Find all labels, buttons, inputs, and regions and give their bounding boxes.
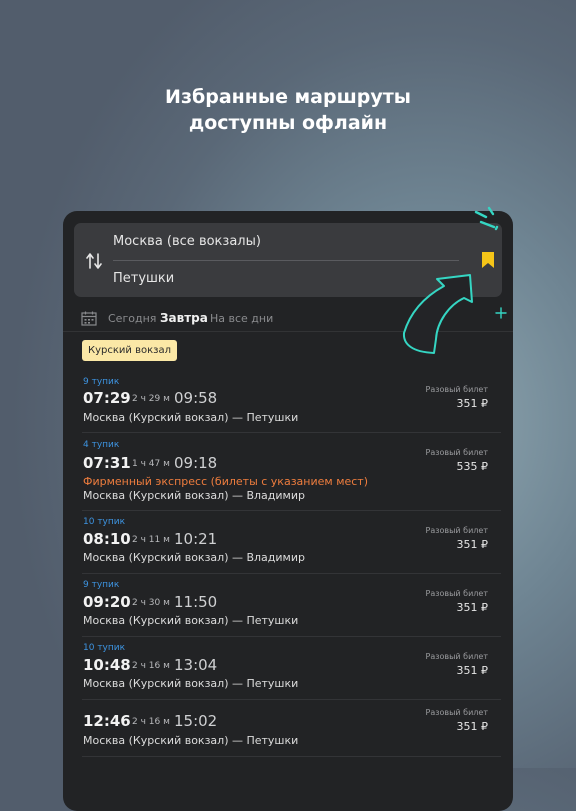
list-bottom-divider bbox=[63, 756, 513, 758]
trip-duration: 2 ч 11 м bbox=[132, 535, 170, 545]
trip-duration: 2 ч 30 м bbox=[132, 598, 170, 608]
ticket-type-label: Разовый билет bbox=[425, 708, 488, 717]
trip-departure-time: 07:29 bbox=[83, 389, 131, 407]
trip-departure-time: 09:20 bbox=[83, 593, 131, 611]
bookmark-icon[interactable] bbox=[482, 252, 494, 268]
trip-price: 351 ₽ bbox=[456, 397, 489, 410]
trip-departure-time: 07:31 bbox=[83, 454, 131, 472]
trip-price: 535 ₽ bbox=[456, 460, 489, 473]
ticket-type-label: Разовый билет bbox=[425, 652, 488, 661]
to-station-field[interactable]: Петушки bbox=[113, 271, 174, 286]
date-selector: Сегодня Завтра На все дни bbox=[63, 307, 513, 332]
trip-price: 351 ₽ bbox=[456, 720, 489, 733]
trip-direction: Москва (Курский вокзал) — Петушки bbox=[83, 411, 299, 424]
trip-row[interactable]: 9 тупик 07:29 2 ч 29 м 09:58 Москва (Кур… bbox=[63, 373, 513, 433]
trip-track: 4 тупик bbox=[83, 440, 120, 450]
trip-price: 351 ₽ bbox=[456, 601, 489, 614]
trip-arrival-time: 09:58 bbox=[174, 389, 218, 407]
trip-track: 10 тупик bbox=[83, 643, 126, 653]
trip-row[interactable]: 9 тупик 09:20 2 ч 30 м 11:50 Москва (Кур… bbox=[63, 573, 513, 636]
trip-direction: Москва (Курский вокзал) — Владимир bbox=[83, 489, 305, 502]
trip-duration: 1 ч 47 м bbox=[132, 459, 170, 469]
trip-direction: Москва (Курский вокзал) — Петушки bbox=[83, 677, 299, 690]
trip-arrival-time: 15:02 bbox=[174, 712, 218, 730]
trip-row[interactable]: 10 тупик 08:10 2 ч 11 м 10:21 Москва (Ку… bbox=[63, 510, 513, 573]
ticket-type-label: Разовый билет bbox=[425, 448, 488, 457]
trip-arrival-time: 13:04 bbox=[174, 656, 218, 674]
promo-headline: Избранные маршруты доступны офлайн bbox=[0, 84, 576, 136]
date-tab-today[interactable]: Сегодня bbox=[108, 312, 156, 325]
trip-row[interactable]: 4 тупик 07:31 1 ч 47 м 09:18 Фирменный э… bbox=[63, 432, 513, 510]
row-divider bbox=[82, 573, 501, 574]
ticket-type-label: Разовый билет bbox=[425, 526, 488, 535]
trip-price: 351 ₽ bbox=[456, 538, 489, 551]
row-divider bbox=[82, 432, 501, 433]
station-filter-chip[interactable]: Курский вокзал bbox=[82, 340, 177, 361]
trip-price: 351 ₽ bbox=[456, 664, 489, 677]
trip-direction: Москва (Курский вокзал) — Петушки bbox=[83, 734, 299, 747]
headline-line-2: доступны офлайн bbox=[188, 112, 388, 134]
trip-departure-time: 10:48 bbox=[83, 656, 131, 674]
route-divider bbox=[113, 260, 459, 261]
device-screen: Москва (все вокзалы) Петушки Сегодня Зав… bbox=[63, 211, 513, 811]
trip-express-note: Фирменный экспресс (билеты с указанием м… bbox=[83, 475, 369, 488]
trip-track: 9 тупик bbox=[83, 377, 120, 387]
ticket-type-label: Разовый билет bbox=[425, 385, 488, 394]
date-tab-tomorrow[interactable]: Завтра bbox=[160, 311, 208, 325]
trip-row[interactable]: 12:46 2 ч 16 м 15:02 Москва (Курский вок… bbox=[63, 699, 513, 759]
trip-duration: 2 ч 16 м bbox=[132, 661, 170, 671]
date-tab-all-days[interactable]: На все дни bbox=[210, 312, 273, 325]
headline-line-1: Избранные маршруты bbox=[165, 86, 411, 108]
route-search-box: Москва (все вокзалы) Петушки bbox=[74, 223, 502, 297]
trip-arrival-time: 09:18 bbox=[174, 454, 218, 472]
row-divider bbox=[82, 699, 501, 700]
trip-track: 9 тупик bbox=[83, 580, 120, 590]
trip-row[interactable]: 10 тупик 10:48 2 ч 16 м 13:04 Москва (Ку… bbox=[63, 636, 513, 699]
calendar-icon[interactable] bbox=[81, 311, 97, 326]
row-divider bbox=[82, 636, 501, 637]
row-divider bbox=[82, 510, 501, 511]
trip-duration: 2 ч 16 м bbox=[132, 717, 170, 727]
trip-direction: Москва (Курский вокзал) — Владимир bbox=[83, 551, 305, 564]
trip-duration: 2 ч 29 м bbox=[132, 394, 170, 404]
ticket-type-label: Разовый билет bbox=[425, 589, 488, 598]
swap-arrows-icon[interactable] bbox=[86, 252, 102, 270]
trip-track: 10 тупик bbox=[83, 517, 126, 527]
trip-departure-time: 12:46 bbox=[83, 712, 131, 730]
trip-departure-time: 08:10 bbox=[83, 530, 131, 548]
trip-arrival-time: 11:50 bbox=[174, 593, 218, 611]
trip-arrival-time: 10:21 bbox=[174, 530, 218, 548]
trip-direction: Москва (Курский вокзал) — Петушки bbox=[83, 614, 299, 627]
from-station-field[interactable]: Москва (все вокзалы) bbox=[113, 234, 261, 249]
